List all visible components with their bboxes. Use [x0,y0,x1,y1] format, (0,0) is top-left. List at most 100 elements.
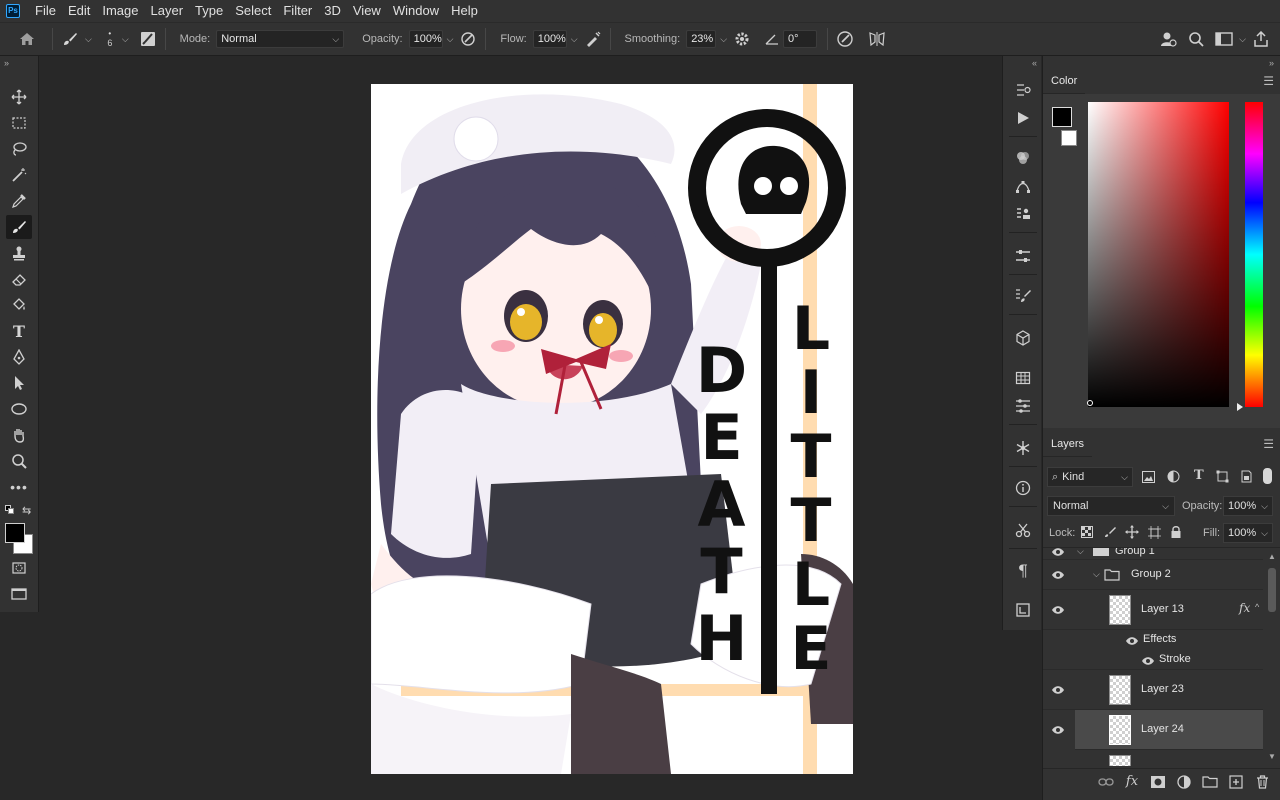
paths-icon[interactable] [1010,174,1036,198]
opacity-input[interactable]: 100% [408,30,443,48]
actions-play-icon[interactable] [1010,106,1036,130]
pressure-opacity-icon[interactable] [457,28,479,50]
stamp-tool-icon[interactable] [6,241,32,265]
pressure-size-icon[interactable] [834,28,856,50]
fx-icon[interactable]: fx [1239,601,1250,615]
zoom-tool-icon[interactable] [6,449,32,473]
layer-row-layer-13[interactable]: Layer 13 fx ^ [1043,590,1263,630]
eyedropper-tool-icon[interactable] [6,189,32,213]
search-icon[interactable] [1185,28,1207,50]
color-picker-cursor[interactable] [1087,400,1093,406]
share-icon[interactable] [1250,28,1272,50]
hue-slider[interactable] [1245,102,1263,407]
menu-layer[interactable]: Layer [145,0,190,22]
path-selection-tool-icon[interactable] [6,371,32,395]
lock-artboard-icon[interactable] [1148,526,1161,542]
canvas-area[interactable]: DEATH LITTLE [40,56,1002,800]
menu-3d[interactable]: 3D [318,0,347,22]
filter-shape-icon[interactable] [1216,470,1229,486]
layer-opacity-input[interactable]: 100% ⌵ [1223,496,1273,516]
chevron-down-icon[interactable]: ⌵ [85,34,92,45]
eye-icon[interactable] [1125,635,1139,649]
chevron-down-icon[interactable]: ⌵ [1093,569,1100,580]
brush-preset-icon[interactable] [59,28,81,50]
collapse-arrows-icon[interactable]: » [4,58,9,68]
more-tools-icon[interactable]: ••• [6,475,32,499]
delete-layer-trash-icon[interactable] [1251,772,1273,792]
brush-settings-panel-icon[interactable] [1010,284,1036,308]
eye-icon[interactable] [1051,548,1065,557]
home-icon[interactable] [16,28,38,50]
eye-icon[interactable] [1051,685,1065,695]
menu-image[interactable]: Image [96,0,144,22]
collapse-arrows-icon[interactable]: » [1269,58,1274,68]
quick-mask-icon[interactable] [6,556,32,580]
panel-menu-icon[interactable]: ☰ [1263,437,1274,451]
lock-pixels-icon[interactable] [1104,526,1116,541]
add-mask-icon[interactable] [1147,772,1169,792]
chevron-up-icon[interactable]: ^ [1255,602,1259,612]
layers-panel-tab[interactable]: Layers [1043,431,1093,457]
pen-tool-icon[interactable] [6,345,32,369]
info-icon[interactable] [1010,476,1036,500]
lock-all-icon[interactable] [1170,525,1182,542]
link-layers-icon[interactable] [1095,772,1117,792]
menu-type[interactable]: Type [189,0,229,22]
blend-mode-select[interactable]: Normal ⌵ [1047,496,1175,516]
ellipse-tool-icon[interactable] [6,397,32,421]
adjustment-layer-icon[interactable] [1173,772,1195,792]
new-group-folder-icon[interactable] [1199,772,1221,792]
color-panel-tab[interactable]: Color [1043,68,1086,94]
screen-mode-icon[interactable] [6,582,32,606]
hand-tool-icon[interactable] [6,423,32,447]
foreground-color-chip[interactable] [1052,107,1072,127]
type-tool-icon[interactable]: T [6,319,32,343]
eye-icon[interactable] [1051,725,1065,735]
new-layer-icon[interactable] [1225,772,1247,792]
chevron-down-icon[interactable]: ⌵ [1239,34,1246,45]
mode-select[interactable]: Normal ⌵ [216,30,345,48]
paragraph-icon[interactable]: ¶ [1010,558,1036,582]
layer-row-group-2[interactable]: ⌵ Group 2 [1043,560,1263,590]
symmetry-icon[interactable] [866,28,888,50]
background-color-chip[interactable] [1061,130,1077,146]
magic-wand-tool-icon[interactable] [6,163,32,187]
filter-pixel-icon[interactable] [1141,470,1155,484]
filter-toggle[interactable] [1263,468,1272,484]
airbrush-icon[interactable] [582,28,604,50]
clone-source-icon[interactable] [1010,202,1036,226]
layer-row-layer-24-selected[interactable]: Layer 24 [1075,710,1263,750]
foreground-color-swatch[interactable] [5,523,25,543]
eye-icon[interactable] [1051,570,1065,580]
layer-row-layer-23[interactable]: Layer 23 [1043,670,1263,710]
eye-icon[interactable] [1051,605,1065,615]
brush-settings-icon[interactable] [137,28,159,50]
brush-size-indicator[interactable]: • 6 [102,30,118,49]
document-canvas[interactable]: DEATH LITTLE [371,84,853,774]
move-tool-icon[interactable] [6,85,32,109]
marquee-tool-icon[interactable] [6,111,32,135]
gear-icon[interactable] [731,28,753,50]
brush-tool-icon[interactable] [6,215,32,239]
user-account-icon[interactable] [1157,28,1179,50]
chevron-down-icon[interactable]: ⌵ [447,34,454,45]
libraries-icon[interactable] [1010,598,1036,622]
menu-window[interactable]: Window [387,0,445,22]
filter-smart-object-icon[interactable] [1240,470,1253,486]
flow-input[interactable]: 100% [532,30,567,48]
scrollbar-thumb[interactable] [1268,568,1276,612]
eye-icon[interactable] [1141,655,1155,669]
panel-menu-icon[interactable]: ☰ [1263,74,1274,88]
hue-slider-handle[interactable] [1237,403,1243,411]
paint-bucket-tool-icon[interactable] [6,293,32,317]
smoothing-input[interactable]: 23% [686,30,717,48]
lasso-tool-icon[interactable] [6,137,32,161]
scroll-down-icon[interactable]: ▼ [1268,752,1276,761]
swap-colors-icon[interactable]: ⇆ [22,504,31,517]
scroll-up-icon[interactable]: ▲ [1268,552,1276,561]
3d-cube-icon[interactable] [1010,326,1036,350]
collapse-arrows-icon[interactable]: « [1032,58,1037,68]
menu-view[interactable]: View [347,0,387,22]
adjust-sliders-icon[interactable] [1010,394,1036,418]
menu-filter[interactable]: Filter [277,0,318,22]
